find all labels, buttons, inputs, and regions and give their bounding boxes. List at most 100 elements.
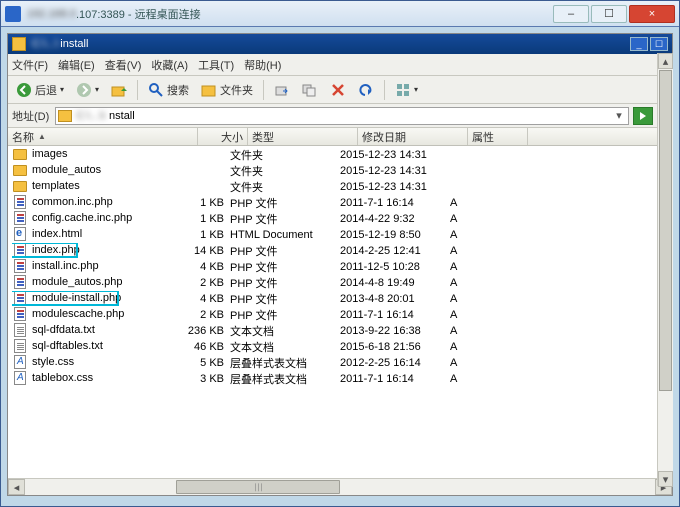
explorer-maximize-button[interactable]: ☐ xyxy=(650,37,668,51)
css-icon xyxy=(12,355,28,369)
up-button[interactable] xyxy=(107,80,131,100)
undo-button[interactable] xyxy=(354,80,378,100)
file-row[interactable]: config.cache.inc.php1 KBPHP 文件2014-4-22 … xyxy=(8,211,672,227)
file-attr: A xyxy=(450,213,510,225)
file-type: HTML Document xyxy=(230,229,340,241)
file-list[interactable]: images文件夹2015-12-23 14:31module_autos文件夹… xyxy=(8,147,672,477)
folders-button[interactable]: 文件夹 xyxy=(197,80,257,100)
explorer-title-text: install xyxy=(60,38,88,50)
file-date: 2015-12-19 8:50 xyxy=(340,229,450,241)
scroll-down-button[interactable]: ▾ xyxy=(658,471,673,487)
go-button[interactable] xyxy=(633,107,653,125)
address-dropdown-icon[interactable]: ▾ xyxy=(612,109,626,122)
file-type: 层叠样式表文档 xyxy=(230,371,340,387)
scroll-track[interactable] xyxy=(25,479,655,495)
separator xyxy=(263,80,264,100)
rdp-client-area: C:\...\ install _ ☐ 文件(F) 编辑(E) 查看(V) 收藏… xyxy=(7,33,673,496)
menu-help[interactable]: 帮助(H) xyxy=(244,57,281,73)
copy-to-button[interactable] xyxy=(298,80,322,100)
file-name-cell: common.inc.php xyxy=(12,195,180,212)
explorer-minimize-button[interactable]: _ xyxy=(630,37,648,51)
address-hidden: C:\...\i xyxy=(76,110,105,122)
file-date: 2011-12-5 10:28 xyxy=(340,261,450,273)
move-to-button[interactable] xyxy=(270,80,294,100)
file-date: 2015-12-23 14:31 xyxy=(340,149,450,161)
php-icon xyxy=(12,275,28,289)
horizontal-scrollbar[interactable]: ◂ ▸ xyxy=(8,478,672,495)
file-attr: A xyxy=(450,373,510,385)
folder-icon xyxy=(12,147,28,161)
file-row[interactable]: install.inc.php4 KBPHP 文件2011-12-5 10:28… xyxy=(8,259,672,275)
rdp-vertical-scrollbar[interactable]: ▴ ▾ xyxy=(657,53,673,486)
chevron-down-icon: ▾ xyxy=(95,85,99,94)
column-type[interactable]: 类型 xyxy=(248,128,358,145)
file-row[interactable]: sql-dfdata.txt236 KB文本文档2013-9-22 16:38A xyxy=(8,323,672,339)
file-name: module_autos.php xyxy=(32,276,123,288)
menu-file[interactable]: 文件(F) xyxy=(12,57,48,73)
file-name: index.php xyxy=(32,244,80,256)
menu-edit[interactable]: 编辑(E) xyxy=(58,57,95,73)
minimize-button[interactable]: – xyxy=(553,5,589,23)
file-name: modulescache.php xyxy=(32,308,124,320)
explorer-titlebar[interactable]: C:\...\ install _ ☐ xyxy=(8,34,672,54)
file-row[interactable]: style.css5 KB层叠样式表文档2012-2-25 16:14A xyxy=(8,355,672,371)
file-row[interactable]: templates文件夹2015-12-23 14:31 xyxy=(8,179,672,195)
file-row[interactable]: module_autos.php2 KBPHP 文件2014-4-8 19:49… xyxy=(8,275,672,291)
rdp-icon xyxy=(5,6,21,22)
file-date: 2014-4-22 9:32 xyxy=(340,213,450,225)
file-name-cell: sql-dftables.txt xyxy=(12,339,180,356)
file-size: 1 KB xyxy=(180,197,230,209)
menu-tools[interactable]: 工具(T) xyxy=(198,57,234,73)
file-size: 1 KB xyxy=(180,229,230,241)
file-row[interactable]: module_autos文件夹2015-12-23 14:31 xyxy=(8,163,672,179)
delete-button[interactable] xyxy=(326,80,350,100)
file-row[interactable]: common.inc.php1 KBPHP 文件2011-7-1 16:14A xyxy=(8,195,672,211)
menu-favorites[interactable]: 收藏(A) xyxy=(151,57,188,73)
scroll-thumb[interactable] xyxy=(659,70,672,391)
column-date[interactable]: 修改日期 xyxy=(358,128,468,145)
file-date: 2013-4-8 20:01 xyxy=(340,293,450,305)
file-row[interactable]: index.html1 KBHTML Document2015-12-19 8:… xyxy=(8,227,672,243)
file-type: PHP 文件 xyxy=(230,307,340,323)
scroll-thumb[interactable] xyxy=(176,480,340,494)
file-row[interactable]: sql-dftables.txt46 KB文本文档2015-6-18 21:56… xyxy=(8,339,672,355)
search-button[interactable]: 搜索 xyxy=(144,80,193,100)
scroll-track[interactable] xyxy=(658,70,673,471)
scroll-left-button[interactable]: ◂ xyxy=(8,479,25,495)
scroll-up-button[interactable]: ▴ xyxy=(658,53,673,69)
menu-view[interactable]: 查看(V) xyxy=(105,57,142,73)
column-size[interactable]: 大小 xyxy=(198,128,248,145)
file-date: 2015-12-23 14:31 xyxy=(340,181,450,193)
sort-asc-icon: ▲ xyxy=(38,132,46,141)
column-name[interactable]: 名称▲ xyxy=(8,128,198,145)
txt-icon xyxy=(12,339,28,353)
address-input[interactable]: C:\...\i nstall ▾ xyxy=(55,107,629,125)
chevron-down-icon: ▾ xyxy=(60,85,64,94)
file-date: 2011-7-1 16:14 xyxy=(340,309,450,321)
file-size: 14 KB xyxy=(180,245,230,257)
file-date: 2015-12-23 14:31 xyxy=(340,165,450,177)
file-row[interactable]: module-install.php4 KBPHP 文件2013-4-8 20:… xyxy=(8,291,672,307)
file-name-cell: style.css xyxy=(12,355,180,372)
file-row[interactable]: tablebox.css3 KB层叠样式表文档2011-7-1 16:14A xyxy=(8,371,672,387)
file-row[interactable]: index.php14 KBPHP 文件2014-2-25 12:41A xyxy=(8,243,672,259)
file-size: 4 KB xyxy=(180,293,230,305)
file-row[interactable]: modulescache.php2 KBPHP 文件2011-7-1 16:14… xyxy=(8,307,672,323)
close-button[interactable]: × xyxy=(629,5,675,23)
rdp-title-hidden: 192.168.0 xyxy=(27,8,76,20)
file-name-cell: install.inc.php xyxy=(12,259,180,276)
back-button[interactable]: 后退 ▾ xyxy=(12,80,68,100)
file-date: 2013-9-22 16:38 xyxy=(340,325,450,337)
maximize-button[interactable]: ☐ xyxy=(591,5,627,23)
column-attributes[interactable]: 属性 xyxy=(468,128,528,145)
file-attr: A xyxy=(450,357,510,369)
undo-icon xyxy=(358,82,374,98)
forward-button[interactable]: ▾ xyxy=(72,80,103,100)
folders-icon xyxy=(201,82,217,98)
file-name-cell: module_autos.php xyxy=(12,275,180,292)
file-row[interactable]: images文件夹2015-12-23 14:31 xyxy=(8,147,672,163)
views-button[interactable]: ▾ xyxy=(391,80,422,100)
rdp-titlebar[interactable]: 192.168.0 .107:3389 - 远程桌面连接 – ☐ × xyxy=(1,1,679,27)
rdp-window: 192.168.0 .107:3389 - 远程桌面连接 – ☐ × C:\..… xyxy=(0,0,680,507)
file-attr: A xyxy=(450,309,510,321)
